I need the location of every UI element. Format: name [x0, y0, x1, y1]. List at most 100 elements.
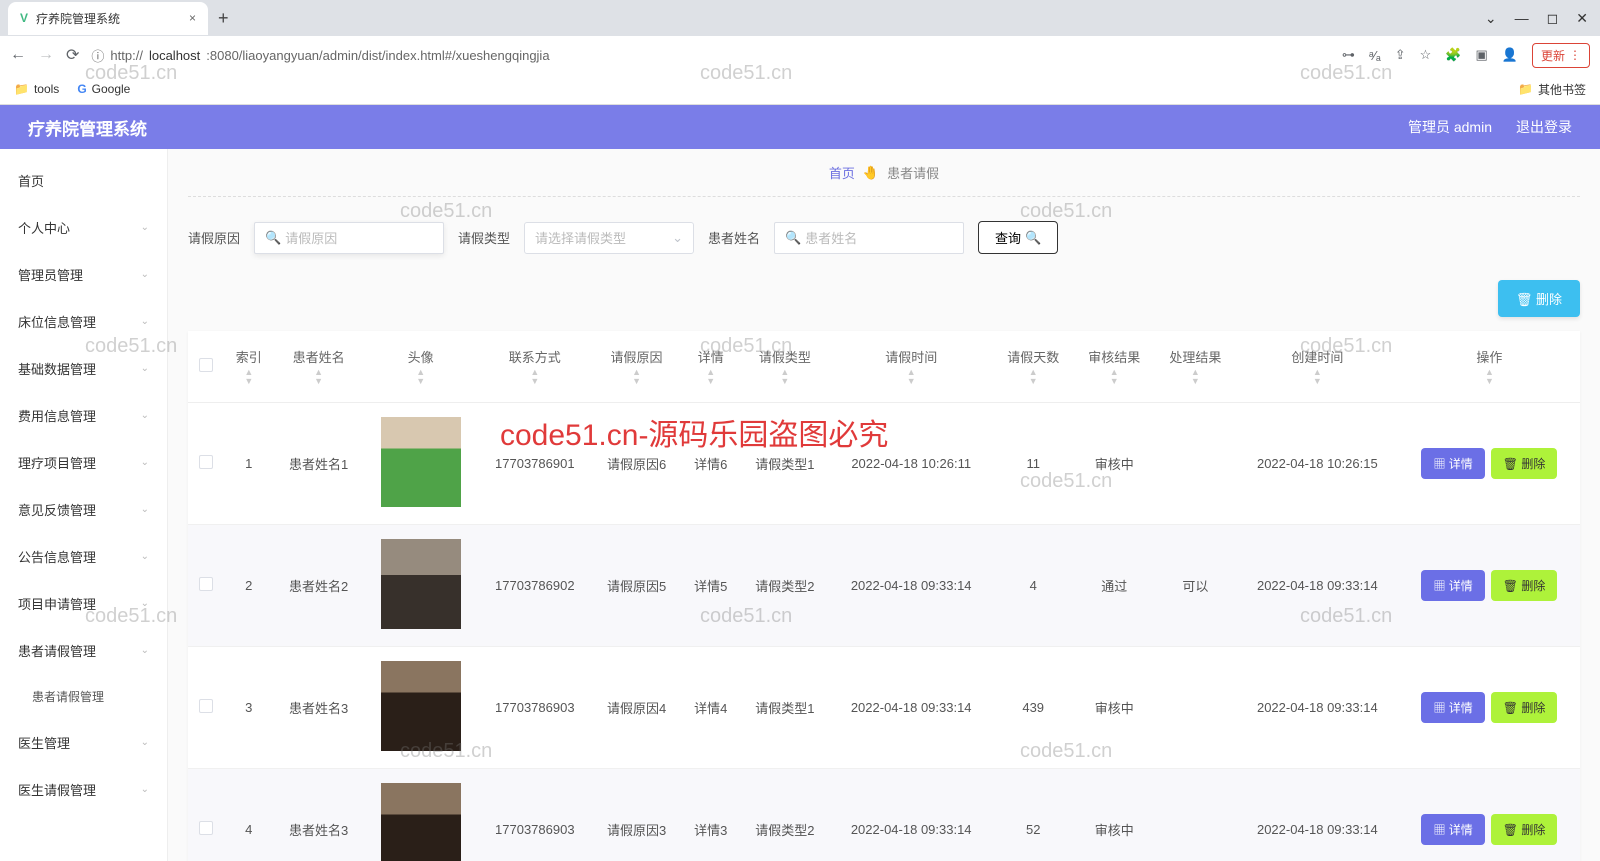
- column-header[interactable]: 请假时间▲▼: [830, 331, 993, 403]
- column-header[interactable]: 请假类型▲▼: [740, 331, 830, 403]
- column-header[interactable]: 操作▲▼: [1399, 331, 1580, 403]
- cell-detail: 详情5: [681, 525, 740, 647]
- browser-chrome: V 疗养院管理系统 × + ⌄ — ◻ ✕ ← → ⟳ ⓘ http://loc…: [0, 0, 1600, 105]
- column-header[interactable]: 索引▲▼: [224, 331, 274, 403]
- bookmark-tools[interactable]: 📁tools: [14, 82, 59, 96]
- user-label[interactable]: 管理员 admin: [1408, 117, 1492, 137]
- sort-icon: ▲▼: [1244, 368, 1391, 386]
- delete-button[interactable]: 🗑 删除: [1491, 570, 1558, 601]
- cell-days: 52: [993, 769, 1074, 861]
- address-bar: ← → ⟳ ⓘ http://localhost:8080/liaoyangyu…: [0, 36, 1600, 74]
- cell-detail: 详情4: [681, 647, 740, 769]
- logout-button[interactable]: 退出登录: [1516, 117, 1572, 137]
- sidebar-item[interactable]: 项目申请管理⌄: [0, 580, 167, 627]
- column-header[interactable]: 创建时间▲▼: [1236, 331, 1399, 403]
- sort-icon: ▲▼: [232, 368, 266, 386]
- column-header[interactable]: 患者姓名▲▼: [274, 331, 364, 403]
- detail-button[interactable]: ▦ 详情: [1421, 814, 1484, 845]
- avatar: [381, 783, 461, 861]
- input-name[interactable]: 🔍患者姓名: [774, 222, 964, 254]
- sidebar-item[interactable]: 基础数据管理⌄: [0, 345, 167, 392]
- chevron-down-icon: ⌄: [141, 316, 149, 327]
- sidebar-item[interactable]: 首页: [0, 157, 167, 204]
- cell-audit: 通过: [1074, 525, 1155, 647]
- row-checkbox[interactable]: [199, 821, 213, 835]
- delete-button[interactable]: 🗑 删除: [1491, 814, 1558, 845]
- browser-tab[interactable]: V 疗养院管理系统 ×: [8, 2, 208, 35]
- sidebar-item[interactable]: 理疗项目管理⌄: [0, 439, 167, 486]
- batch-delete-button[interactable]: 🗑 删除: [1498, 280, 1580, 317]
- chevron-down-icon[interactable]: ⌄: [1485, 10, 1497, 27]
- cell-create: 2022-04-18 09:33:14: [1236, 525, 1399, 647]
- bookmark-google[interactable]: GGoogle: [77, 82, 130, 96]
- table-row: 2 患者姓名2 17703786902 请假原因5 详情5 请假类型2 2022…: [188, 525, 1580, 647]
- minimize-icon[interactable]: —: [1515, 10, 1529, 27]
- column-header[interactable]: 处理结果▲▼: [1155, 331, 1236, 403]
- url-input[interactable]: ⓘ http://localhost:8080/liaoyangyuan/adm…: [91, 46, 1329, 65]
- bookmark-other[interactable]: 📁其他书签: [1518, 81, 1586, 98]
- sort-icon: ▲▼: [486, 368, 584, 386]
- row-checkbox[interactable]: [199, 699, 213, 713]
- sidebar-item[interactable]: 患者请假管理⌄: [0, 627, 167, 674]
- query-button[interactable]: 查询🔍: [978, 221, 1058, 254]
- search-icon: 🔍: [265, 230, 281, 246]
- reload-icon[interactable]: ⟳: [66, 45, 79, 65]
- vue-icon: V: [20, 11, 28, 25]
- delete-button[interactable]: 🗑 删除: [1491, 448, 1558, 479]
- checkbox-all[interactable]: [199, 358, 213, 372]
- column-header[interactable]: 详情▲▼: [681, 331, 740, 403]
- share-icon[interactable]: ⇪: [1395, 47, 1406, 63]
- chevron-down-icon: ⌄: [141, 222, 149, 233]
- extensions-icon[interactable]: 🧩: [1445, 47, 1461, 63]
- sidebar-item[interactable]: 医生管理⌄: [0, 719, 167, 766]
- cell-time: 2022-04-18 09:33:14: [830, 769, 993, 861]
- update-button[interactable]: 更新⋮: [1532, 43, 1590, 68]
- column-header[interactable]: 审核结果▲▼: [1074, 331, 1155, 403]
- sidebar-item[interactable]: 管理员管理⌄: [0, 251, 167, 298]
- close-window-icon[interactable]: ✕: [1576, 10, 1588, 27]
- cell-days: 439: [993, 647, 1074, 769]
- sidebar-item[interactable]: 公告信息管理⌄: [0, 533, 167, 580]
- back-icon[interactable]: ←: [10, 46, 26, 64]
- chevron-down-icon: ⌄: [141, 410, 149, 421]
- bookmark-bar: 📁tools GGoogle 📁其他书签: [0, 74, 1600, 104]
- star-icon[interactable]: ☆: [1420, 47, 1432, 63]
- sort-icon: ▲▼: [1163, 368, 1228, 386]
- avatar: [381, 539, 461, 629]
- cell-phone: 17703786902: [478, 525, 592, 647]
- profile-icon[interactable]: 👤: [1502, 47, 1518, 63]
- sidebar-item[interactable]: 医生请假管理⌄: [0, 766, 167, 813]
- maximize-icon[interactable]: ◻: [1547, 10, 1559, 27]
- column-header[interactable]: 联系方式▲▼: [478, 331, 592, 403]
- new-tab-button[interactable]: +: [208, 8, 239, 29]
- column-header[interactable]: 请假原因▲▼: [592, 331, 682, 403]
- row-checkbox[interactable]: [199, 455, 213, 469]
- sidebar-item[interactable]: 意见反馈管理⌄: [0, 486, 167, 533]
- cell-type: 请假类型2: [740, 525, 830, 647]
- sidebar-subitem-active[interactable]: 患者请假管理: [0, 674, 167, 719]
- row-checkbox[interactable]: [199, 577, 213, 591]
- column-header[interactable]: 头像▲▼: [363, 331, 477, 403]
- panel-icon[interactable]: ▣: [1476, 47, 1488, 63]
- table-row: 3 患者姓名3 17703786903 请假原因4 详情4 请假类型1 2022…: [188, 647, 1580, 769]
- input-reason[interactable]: 🔍请假原因: [254, 222, 444, 254]
- info-icon: ⓘ: [91, 46, 104, 65]
- sidebar-item[interactable]: 个人中心⌄: [0, 204, 167, 251]
- sidebar-item[interactable]: 费用信息管理⌄: [0, 392, 167, 439]
- detail-button[interactable]: ▦ 详情: [1421, 448, 1484, 479]
- forward-icon[interactable]: →: [38, 46, 54, 64]
- delete-button[interactable]: 🗑 删除: [1491, 692, 1558, 723]
- cell-create: 2022-04-18 10:26:15: [1236, 403, 1399, 525]
- select-type[interactable]: 请选择请假类型⌄: [524, 222, 694, 254]
- column-header[interactable]: 请假天数▲▼: [993, 331, 1074, 403]
- key-icon[interactable]: ⊶: [1342, 47, 1355, 63]
- close-icon[interactable]: ×: [189, 11, 196, 25]
- detail-button[interactable]: ▦ 详情: [1421, 692, 1484, 723]
- breadcrumb-home[interactable]: 首页: [829, 163, 855, 182]
- chevron-down-icon: ⌄: [141, 269, 149, 280]
- cell-process: [1155, 647, 1236, 769]
- chevron-down-icon: ⌄: [141, 551, 149, 562]
- translate-icon[interactable]: ᵃ⁄ₐ: [1369, 48, 1381, 63]
- detail-button[interactable]: ▦ 详情: [1421, 570, 1484, 601]
- sidebar-item[interactable]: 床位信息管理⌄: [0, 298, 167, 345]
